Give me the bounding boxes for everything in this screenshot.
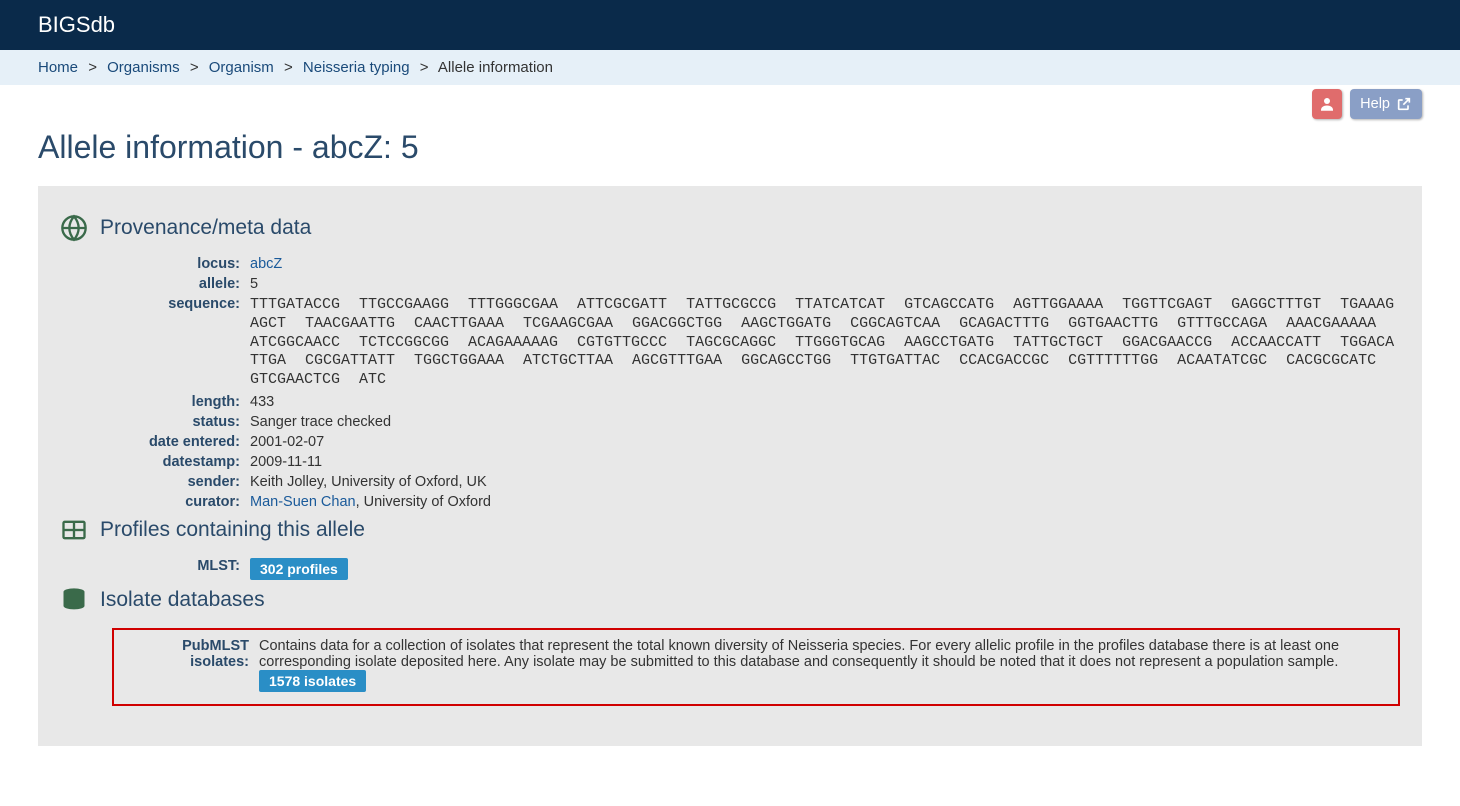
breadcrumb-sep: > (414, 59, 435, 76)
pubmlst-desc: Contains data for a collection of isolat… (259, 638, 1388, 692)
date-entered-label: date entered: (60, 434, 250, 450)
mlst-profiles-badge[interactable]: 302 profiles (250, 558, 348, 580)
user-button[interactable] (1312, 89, 1342, 119)
breadcrumb-neisseria-typing[interactable]: Neisseria typing (303, 59, 410, 76)
main-panel: Provenance/meta data locus: abcZ allele:… (38, 186, 1422, 746)
sequence-label: sequence: (60, 296, 250, 390)
user-icon (1318, 95, 1336, 113)
length-value: 433 (250, 394, 1400, 410)
curator-link[interactable]: Man-Suen Chan (250, 494, 356, 510)
date-entered-value: 2001-02-07 (250, 434, 1400, 450)
pubmlst-label: PubMLST isolates: (124, 638, 259, 692)
breadcrumb-current: Allele information (438, 59, 553, 76)
page-title: Allele information - abcZ: 5 (0, 119, 1460, 186)
isolates-heading-text: Isolate databases (100, 588, 265, 612)
curator-value: Man-Suen Chan, University of Oxford (250, 494, 1400, 510)
breadcrumb-home[interactable]: Home (38, 59, 78, 76)
isolates-badge[interactable]: 1578 isolates (259, 670, 366, 692)
app-title: BIGSdb (38, 12, 115, 37)
breadcrumb-sep: > (184, 59, 205, 76)
breadcrumb-sep: > (278, 59, 299, 76)
isolates-heading: Isolate databases (60, 586, 1400, 614)
table-icon (60, 516, 88, 544)
profiles-fields: MLST: 302 profiles (60, 558, 1400, 580)
mlst-label: MLST: (60, 558, 250, 580)
provenance-heading: Provenance/meta data (60, 214, 1400, 242)
database-icon (60, 586, 88, 614)
profiles-heading: Profiles containing this allele (60, 516, 1400, 544)
allele-value: 5 (250, 276, 1400, 292)
sender-label: sender: (60, 474, 250, 490)
sequence-value: TTTGATACCG TTGCCGAAGG TTTGGGCGAA ATTCGCG… (250, 296, 1400, 390)
status-label: status: (60, 414, 250, 430)
provenance-fields: locus: abcZ allele: 5 sequence: TTTGATAC… (60, 256, 1400, 510)
breadcrumb: Home > Organisms > Organism > Neisseria … (0, 50, 1460, 85)
breadcrumb-organism[interactable]: Organism (209, 59, 274, 76)
app-header: BIGSdb (0, 0, 1460, 50)
length-label: length: (60, 394, 250, 410)
datestamp-label: datestamp: (60, 454, 250, 470)
help-label: Help (1360, 96, 1390, 112)
external-link-icon (1396, 96, 1412, 112)
locus-value-link[interactable]: abcZ (250, 256, 282, 272)
isolates-fields: PubMLST isolates: Contains data for a co… (124, 638, 1388, 692)
isolates-highlight-box: PubMLST isolates: Contains data for a co… (112, 628, 1400, 706)
curator-suffix: , University of Oxford (356, 494, 491, 510)
locus-label: locus: (60, 256, 250, 272)
globe-icon (60, 214, 88, 242)
allele-label: allele: (60, 276, 250, 292)
datestamp-value: 2009-11-11 (250, 454, 1400, 470)
provenance-heading-text: Provenance/meta data (100, 216, 311, 240)
sender-value: Keith Jolley, University of Oxford, UK (250, 474, 1400, 490)
help-button[interactable]: Help (1350, 89, 1422, 119)
pubmlst-desc-text: Contains data for a collection of isolat… (259, 638, 1339, 670)
top-controls: Help (0, 85, 1460, 119)
breadcrumb-organisms[interactable]: Organisms (107, 59, 180, 76)
breadcrumb-sep: > (82, 59, 103, 76)
status-value: Sanger trace checked (250, 414, 1400, 430)
profiles-heading-text: Profiles containing this allele (100, 518, 365, 542)
curator-label: curator: (60, 494, 250, 510)
